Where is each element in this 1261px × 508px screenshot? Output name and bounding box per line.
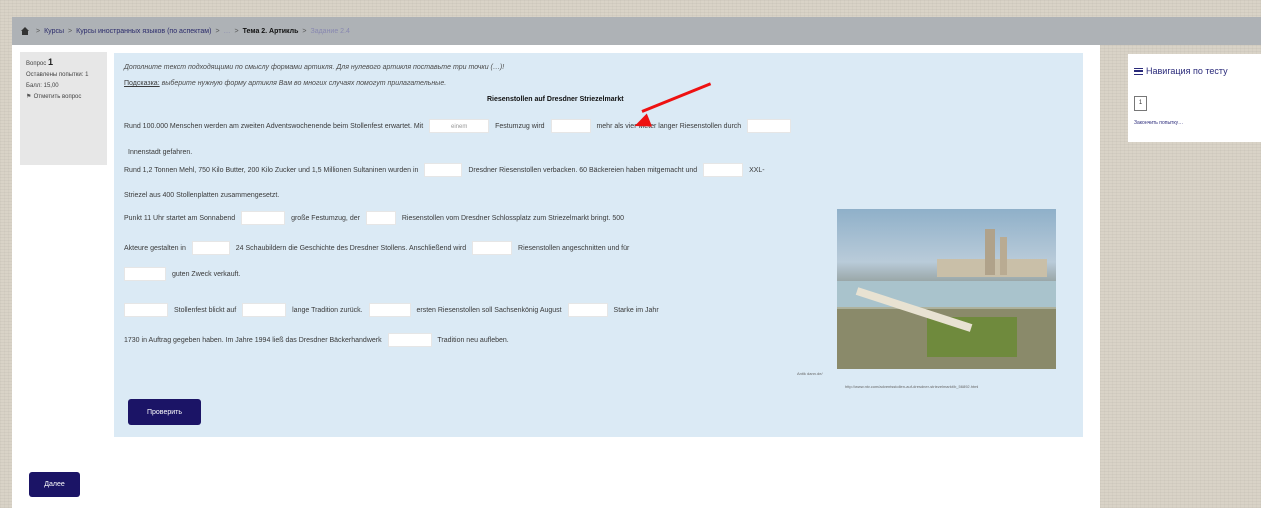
text-segment: 24 Schaubildern die Geschichte des Dresd…: [235, 244, 467, 252]
text-segment: Riesenstollen vom Dresdner Schlossplatz …: [401, 214, 625, 222]
question-score: Балл: 15,00: [26, 83, 59, 89]
dresden-photo: [837, 209, 1056, 369]
quiz-navigation-title: Навигация по тесту: [1146, 66, 1228, 76]
article-gap-2[interactable]: [550, 119, 591, 133]
home-icon[interactable]: [20, 26, 30, 36]
article-gap-5[interactable]: [703, 163, 744, 177]
text-segment: lange Tradition zurück.: [292, 306, 363, 314]
breadcrumb-separator: >: [234, 27, 239, 35]
text-segment: Starke im Jahr: [613, 306, 659, 314]
menu-icon[interactable]: [1134, 67, 1143, 75]
text-segment: große Festumzug, der: [291, 214, 360, 222]
text-segment: Punkt 11 Uhr startet am Sonnabend: [124, 214, 236, 222]
flag-question-link[interactable]: ⚑ Отметить вопрос: [26, 92, 101, 103]
flag-icon: ⚑: [26, 94, 32, 100]
breadcrumb-section[interactable]: …: [224, 28, 231, 35]
text-segment: Dresdner Riesenstollen verbacken. 60 Bäc…: [468, 166, 698, 174]
article-gap-1[interactable]: einem: [429, 119, 490, 133]
breadcrumb-separator: >: [302, 27, 307, 35]
hint-line: Подсказка: выберите нужную форму артикля…: [124, 80, 446, 87]
article-gap-8[interactable]: [191, 241, 230, 255]
question-label: Вопрос: [26, 61, 47, 67]
article-gap-3[interactable]: [747, 119, 792, 133]
breadcrumb-courses[interactable]: Курсы: [44, 28, 64, 35]
photo-park: [927, 317, 1017, 357]
text-segment: Riesenstollen angeschnitten und für: [518, 244, 630, 252]
text-segment: XXL-: [749, 166, 765, 174]
article-gap-11[interactable]: [124, 303, 168, 317]
flag-question-label: Отметить вопрос: [33, 94, 82, 100]
article-gap-12[interactable]: [242, 303, 287, 317]
text-segment: guten Zweck verkauft.: [171, 270, 241, 278]
text-segment: Rund 1,2 Tonnen Mehl, 750 Kilo Butter, 2…: [124, 166, 419, 174]
quiz-navigation-header: Навигация по тесту: [1134, 66, 1228, 76]
article-gap-14[interactable]: [567, 303, 608, 317]
text-line-8: Stollenfest blickt auf lange Tradition z…: [124, 303, 659, 317]
next-button[interactable]: Далее: [29, 472, 80, 497]
text-segment: Rund 100.000 Menschen werden am zweiten …: [124, 122, 424, 130]
finish-attempt-link[interactable]: Закончить попытку…: [1134, 120, 1183, 126]
photo-tower: [985, 229, 995, 275]
quiz-nav-question-1[interactable]: 1: [1134, 96, 1147, 111]
article-gap-4[interactable]: [424, 163, 463, 177]
photo-tower: [1000, 237, 1007, 275]
text-segment: 1730 in Auftrag gegeben haben. Im Jahre …: [124, 336, 382, 344]
question-info: Вопрос 1 Оставлены попытки: 1 Балл: 15,0…: [20, 52, 107, 165]
text-line-2: Innenstadt gefahren.: [128, 149, 193, 156]
breadcrumb-topic[interactable]: Тема 2. Артикль: [243, 28, 299, 35]
text-line-5: Punkt 11 Uhr startet am Sonnabend große …: [124, 211, 624, 225]
text-segment: Stollenfest blickt auf: [173, 306, 237, 314]
hint-label[interactable]: Подсказка:: [124, 80, 160, 87]
text-line-7: guten Zweck verkauft.: [124, 267, 240, 281]
article-gap-10[interactable]: [124, 267, 166, 281]
breadcrumb-current: Задание 2.4: [310, 27, 350, 35]
quiz-navigation-panel: Навигация по тесту 1 Закончить попытку…: [1128, 54, 1261, 142]
text-segment: Tradition neu aufleben.: [437, 336, 509, 344]
question-status: Оставлены попытки: 1: [26, 72, 89, 78]
text-line-3: Rund 1,2 Tonnen Mehl, 750 Kilo Butter, 2…: [124, 163, 765, 177]
text-segment: ersten Riesenstollen soll Sachsenkönig A…: [416, 306, 562, 314]
text-line-1: Rund 100.000 Menschen werden am zweiten …: [124, 119, 795, 133]
breadcrumb-course[interactable]: Курсы иностранных языков (по аспектам): [76, 28, 211, 35]
article-gap-15[interactable]: [387, 333, 432, 347]
article-gap-9[interactable]: [472, 241, 513, 255]
check-button[interactable]: Проверить: [128, 399, 201, 425]
article-gap-13[interactable]: [368, 303, 411, 317]
article-gap-7[interactable]: [365, 211, 396, 225]
breadcrumb-separator: >: [68, 27, 73, 35]
text-segment: mehr als vier Meter langer Riesenstollen…: [596, 122, 742, 130]
question-number: 1: [47, 57, 53, 67]
hint-text: выберите нужную форму артикля Вам во мно…: [161, 80, 447, 87]
article-gap-6[interactable]: [241, 211, 286, 225]
text-line-4: Striezel aus 400 Stollenplatten zusammen…: [124, 192, 280, 199]
text-segment: Akteure gestalten in: [124, 244, 186, 252]
photo-source-link[interactable]: http://www.ntv.com/adventsstollen-auf-dr…: [845, 384, 978, 389]
text-line-9: 1730 in Auftrag gegeben haben. Im Jahre …: [124, 333, 509, 347]
text-segment: Festumzug wird: [495, 122, 545, 130]
breadcrumb-bar: > Курсы > Курсы иностранных языков (по а…: [12, 17, 1261, 45]
text-title: Riesenstollen auf Dresdner Striezelmarkt: [487, 96, 624, 103]
breadcrumb-separator: >: [36, 27, 41, 35]
instruction-text: Дополните текст подходящими по смыслу фо…: [124, 64, 505, 71]
text-line-6: Akteure gestalten in 24 Schaubildern die…: [124, 241, 629, 255]
breadcrumb-separator: >: [215, 27, 220, 35]
photo-caption: Antik dann.de/: [797, 371, 823, 376]
